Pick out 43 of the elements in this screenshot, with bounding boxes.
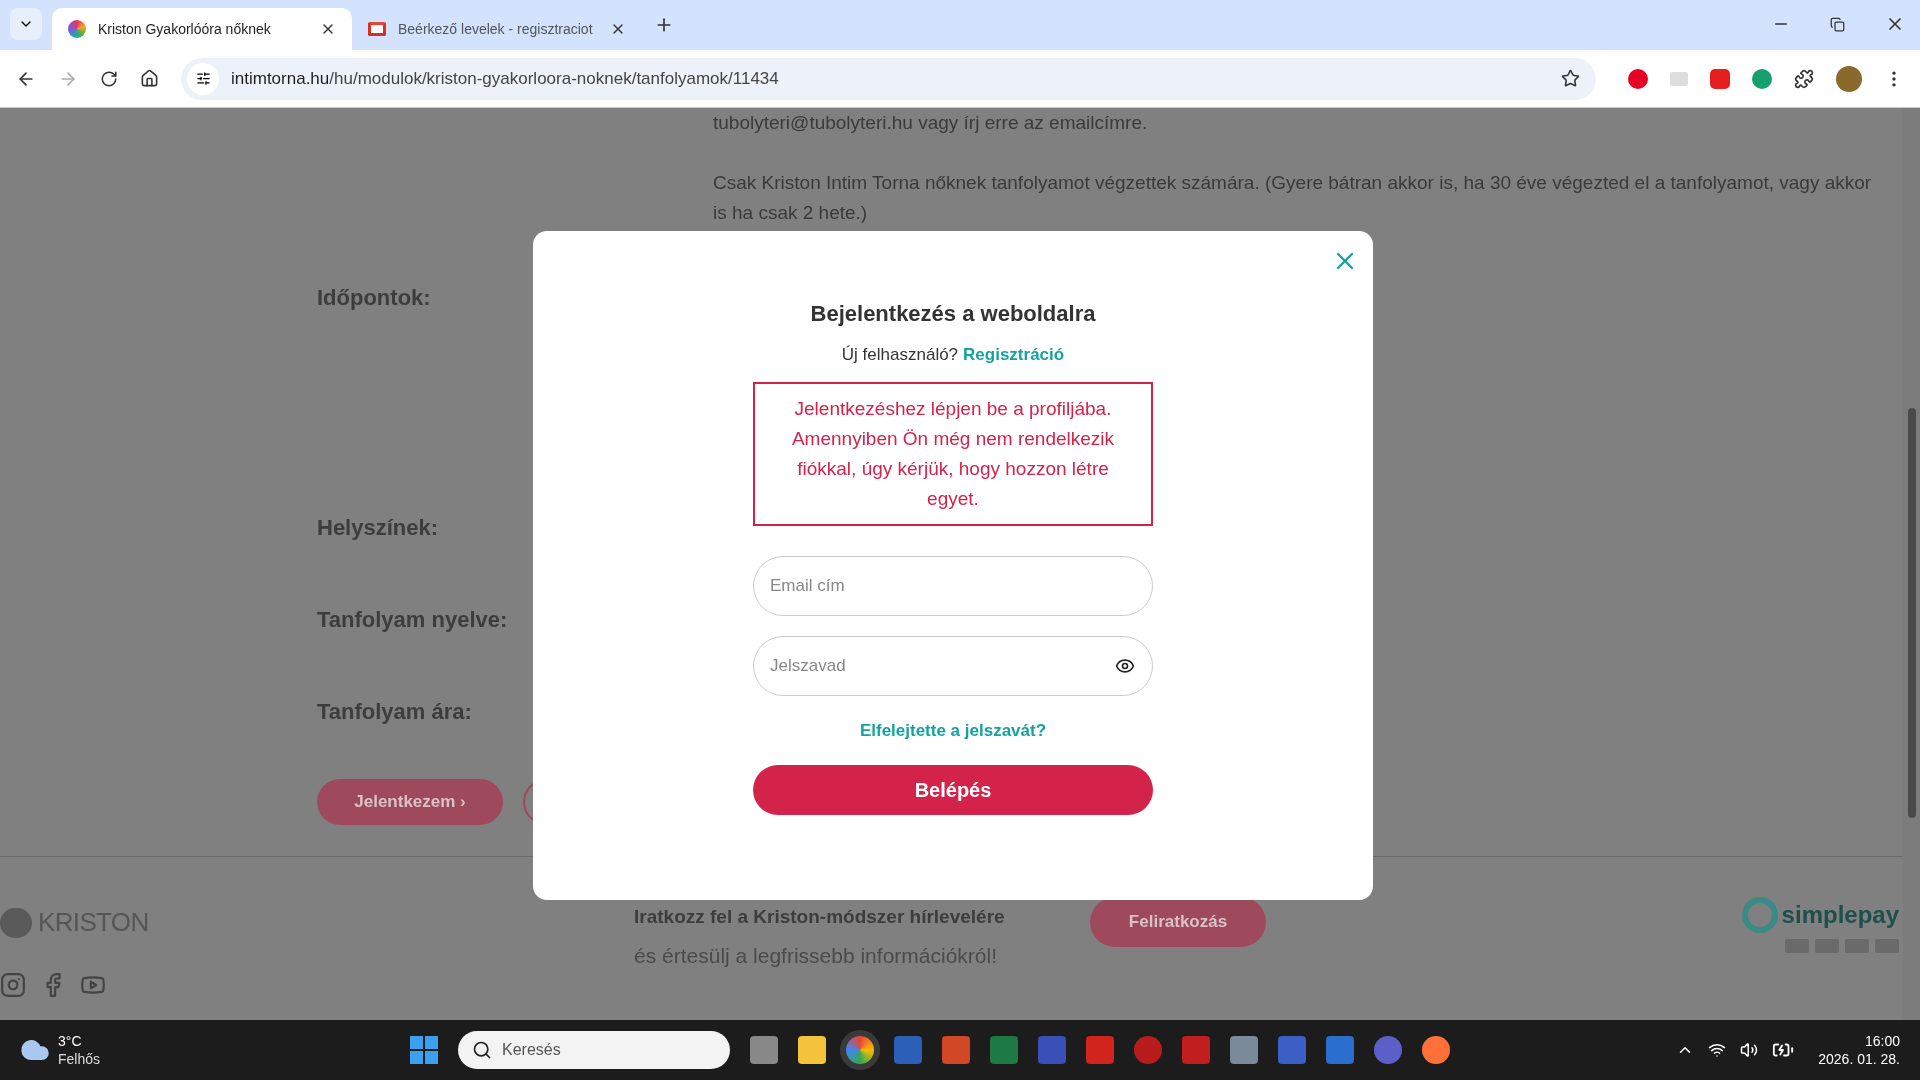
field-label: Időpontok: xyxy=(317,284,431,312)
body-text: Csak Kriston Intim Torna nőknek tanfolyamot végzettek számára. (Gyere bátran akkor is, ha 30 éve végezted el a tanfolyamot, vagy akkor is ha csak 2 hete.) xyxy=(713,171,1873,225)
search-icon xyxy=(472,1040,492,1060)
tab-title: Beérkező levelek - regisztraciot xyxy=(398,19,594,39)
alert-message: Jelentkezéshez lépjen be a profiljába. Amennyiben Ön még nem rendelkezik fiókkal, úgy kérjük, hogy hozzon létre egyet. xyxy=(753,381,1153,526)
site-settings-icon[interactable] xyxy=(187,62,219,95)
register-link[interactable]: Regisztráció xyxy=(963,342,1065,368)
field-label: Tanfolyam nyelve: xyxy=(317,606,508,634)
login-button[interactable]: Belépés xyxy=(753,765,1153,815)
wifi-icon[interactable] xyxy=(1708,1041,1727,1059)
url-text: intimtorna.hu/hu/modulok/kriston-gyakorloora-noknek/tanfolyamok/11434 xyxy=(231,67,780,90)
tab-list-button[interactable] xyxy=(10,8,42,40)
start-icon[interactable] xyxy=(410,1036,438,1064)
tab-title: Kriston Gyakorlóóra nőknek xyxy=(98,19,272,39)
volume-icon[interactable] xyxy=(1740,1041,1759,1059)
restore-icon[interactable] xyxy=(1830,17,1845,32)
browser-tab[interactable]: Beérkező levelek - regisztraciot xyxy=(352,8,642,50)
clock-date[interactable]: 2026. 01. 28. xyxy=(1818,1050,1900,1068)
avatar[interactable] xyxy=(1836,65,1862,92)
field-label: Helyszínek: xyxy=(317,514,439,542)
weather-text: Felhős xyxy=(58,1050,101,1068)
payment-logo-text: simplepay xyxy=(1781,900,1899,930)
password-field[interactable]: Jelszavad xyxy=(753,635,1153,696)
reload-icon[interactable] xyxy=(100,69,118,88)
field-label: Tanfolyam ára: xyxy=(317,698,472,726)
subscribe-button[interactable]: Feliratkozás xyxy=(1090,897,1266,947)
new-user-prompt: Új felhasználó? xyxy=(841,344,959,366)
bookmark-star-icon[interactable] xyxy=(1561,69,1580,88)
search-placeholder: Keresés xyxy=(502,1040,561,1060)
browser-tab[interactable]: Kriston Gyakorlóóra nőknek xyxy=(52,8,352,50)
instagram-icon[interactable] xyxy=(0,972,26,998)
modal-title: Bejelentkezés a weboldalra xyxy=(810,300,1096,328)
newsletter-title: Iratkozz fel a Kriston-módszer hírlevelére xyxy=(634,905,1006,929)
forgot-password-link[interactable]: Elfelejtette a jelszavát? xyxy=(859,717,1047,743)
email-field[interactable]: Email cím xyxy=(753,555,1153,616)
address-bar[interactable]: intimtorna.hu/hu/modulok/kriston-gyakorloora-noknek/tanfolyamok/11434 xyxy=(181,57,1596,100)
home-icon[interactable] xyxy=(140,69,159,88)
extensions-icon[interactable] xyxy=(1794,68,1814,89)
apply-button[interactable]: Jelentkezem › xyxy=(317,779,503,825)
clock-time[interactable]: 16:00 xyxy=(1864,1032,1900,1050)
body-text: tubolyteri@tubolyteri.hu vagy írj erre az emailcímre. xyxy=(713,111,1149,135)
temperature-text: 3°C xyxy=(58,1032,83,1050)
taskbar-search[interactable]: Keresés xyxy=(458,1031,730,1069)
